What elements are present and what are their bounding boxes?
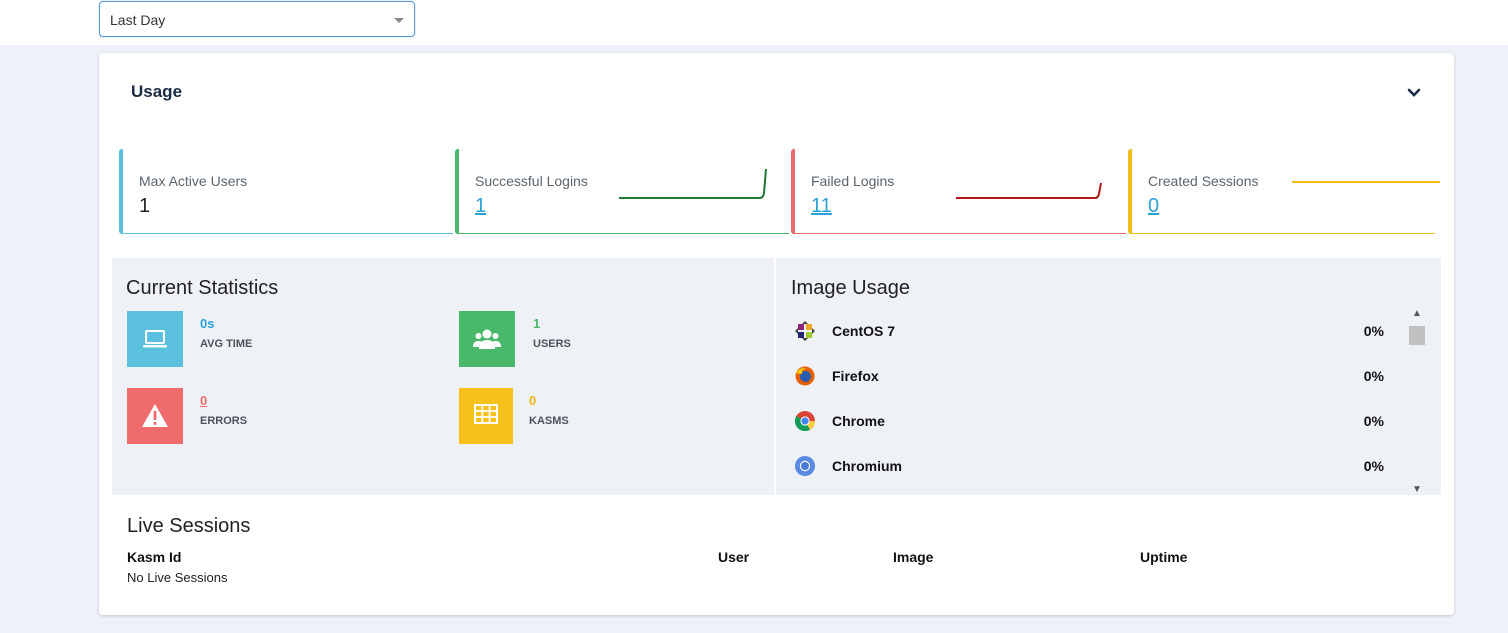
stat-value-link[interactable]: 0	[1148, 195, 1159, 218]
errors-value-link[interactable]: 0	[200, 393, 207, 408]
kasms-value: 0	[529, 393, 537, 408]
image-name: Chrome	[832, 413, 885, 429]
sparkline	[1292, 181, 1440, 183]
users-label: USERS	[533, 338, 571, 350]
stat-value: 1	[139, 195, 151, 217]
no-live-sessions-text: No Live Sessions	[127, 570, 228, 585]
stat-failed-logins: Failed Logins 11	[791, 149, 1126, 234]
image-usage-scrollbar[interactable]: ▲ ▼	[1409, 308, 1425, 495]
column-header-uptime: Uptime	[1140, 549, 1188, 565]
sparkline	[619, 168, 767, 199]
chevron-down-icon	[394, 18, 404, 23]
image-name: Chromium	[832, 458, 902, 474]
image-percent: 0%	[1363, 413, 1384, 429]
dashboard-card: Usage Max Active Users 1 Successful Logi…	[99, 53, 1454, 615]
image-usage-title: Image Usage	[791, 277, 910, 299]
avg-time-label: AVG TIME	[200, 338, 253, 350]
collapse-button[interactable]	[1407, 85, 1425, 101]
laptop-icon	[143, 330, 167, 348]
usage-title: Usage	[131, 82, 183, 101]
users-icon	[473, 329, 501, 349]
stat-label: Failed Logins	[811, 173, 895, 189]
stat-label: Max Active Users	[139, 173, 248, 189]
image-usage-row: Chromium 0%	[794, 454, 1384, 478]
live-sessions-title: Live Sessions	[127, 515, 251, 537]
scroll-down-icon[interactable]: ▼	[1412, 484, 1422, 495]
image-name: Firefox	[832, 368, 879, 384]
users-tile	[459, 311, 515, 367]
stat-created-sessions: Created Sessions 0	[1128, 149, 1440, 234]
image-name: CentOS 7	[832, 323, 896, 339]
chevron-down-icon	[1407, 88, 1421, 97]
kasms-label: KASMS	[529, 415, 569, 427]
avg-time-tile	[127, 311, 183, 367]
image-percent: 0%	[1363, 323, 1384, 339]
image-usage-panel: Image Usage CentOS 7 0% Firefox 0% Chrom…	[776, 258, 1441, 495]
column-header-image: Image	[893, 549, 934, 565]
time-range-value: Last Day	[110, 12, 166, 28]
scroll-up-icon[interactable]: ▲	[1412, 308, 1422, 319]
image-percent: 0%	[1363, 458, 1384, 474]
warning-icon	[142, 404, 168, 427]
stat-max-active-users: Max Active Users 1	[119, 149, 453, 234]
avg-time-value: 0s	[200, 316, 215, 331]
top-bar: Last Day	[0, 0, 1508, 45]
chromium-logo-icon	[795, 456, 815, 476]
time-range-select[interactable]: Last Day	[99, 1, 415, 37]
centos-logo-icon	[795, 321, 815, 341]
stat-value-link[interactable]: 1	[475, 195, 486, 218]
kasms-tile	[459, 388, 513, 444]
sparkline	[956, 182, 1102, 199]
chrome-logo-icon	[794, 411, 816, 432]
stat-label: Successful Logins	[475, 173, 588, 189]
firefox-logo-icon	[795, 366, 815, 386]
image-usage-row: Firefox 0%	[794, 364, 1384, 388]
errors-tile	[127, 388, 183, 444]
column-header-kasm-id: Kasm Id	[127, 549, 182, 565]
current-statistics-title: Current Statistics	[126, 277, 279, 299]
image-percent: 0%	[1363, 368, 1384, 384]
column-header-user: User	[718, 549, 750, 565]
users-value: 1	[533, 316, 541, 331]
grid-icon	[474, 404, 498, 424]
image-usage-row: Chrome 0%	[794, 409, 1384, 433]
stat-label: Created Sessions	[1148, 173, 1259, 189]
current-statistics-panel: Current Statistics 0s AVG TIME 1 USERS 0…	[112, 258, 774, 495]
stat-successful-logins: Successful Logins 1	[455, 149, 789, 234]
image-usage-row: CentOS 7 0%	[794, 319, 1384, 343]
scroll-thumb[interactable]	[1409, 326, 1425, 345]
errors-label: ERRORS	[200, 415, 248, 427]
stat-value-link[interactable]: 11	[811, 195, 832, 218]
